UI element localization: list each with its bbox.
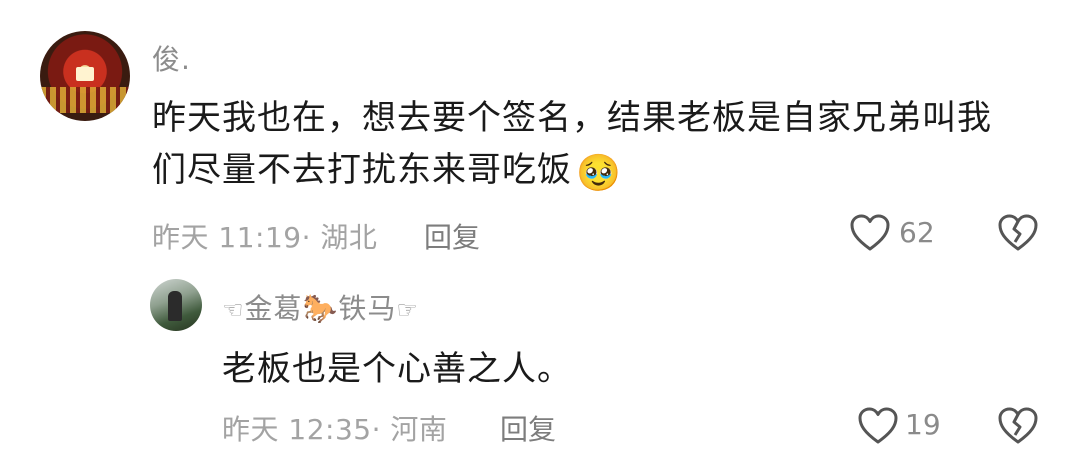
avatar-image-detail <box>168 291 182 321</box>
dislike-button[interactable] <box>998 214 1038 252</box>
horse-emoji: 🐎 <box>302 292 339 325</box>
avatar-image-detail <box>40 87 130 113</box>
like-button[interactable] <box>858 407 898 445</box>
like-count: 19 <box>905 408 941 441</box>
heart-outline-icon <box>858 407 898 444</box>
comment-location: · 河南 <box>371 413 448 446</box>
reply-button[interactable]: 回复 <box>424 216 480 256</box>
comment-location: · 湖北 <box>301 221 378 254</box>
broken-heart-outline-icon <box>998 407 1038 444</box>
comment-time: 昨天 11:19 <box>152 221 302 254</box>
avatar[interactable] <box>40 31 130 121</box>
comment-author[interactable]: 俊. <box>152 38 191 78</box>
avatar[interactable] <box>150 279 202 331</box>
like-button[interactable] <box>850 214 890 252</box>
comment-text-line: 昨天我也在，想去要个签名，结果老板是自家兄弟叫我 <box>152 98 992 138</box>
author-name-part: 金葛 <box>244 292 303 325</box>
comment-meta: 昨天 12:35· 河南 <box>222 408 447 448</box>
pleading-face-emoji: 🥹 <box>576 153 622 194</box>
heart-outline-icon <box>850 214 890 251</box>
comment-text: 昨天我也在，想去要个签名，结果老板是自家兄弟叫我 们尽量不去打扰东来哥吃饭 🥹 <box>152 92 992 196</box>
avatar-image-detail <box>76 67 94 81</box>
reply-button[interactable]: 回复 <box>500 408 556 448</box>
author-name-part: 铁马 <box>338 292 397 325</box>
comment-time: 昨天 12:35 <box>222 413 372 446</box>
broken-heart-outline-icon <box>998 214 1038 251</box>
pointing-hand-left-icon: ☜ <box>222 296 245 324</box>
dislike-button[interactable] <box>998 407 1038 445</box>
pointing-hand-right-icon: ☞ <box>396 296 419 324</box>
comment-text-line: 们尽量不去打扰东来哥吃饭 🥹 <box>152 144 992 196</box>
comment-text-fragment: 们尽量不去打扰东来哥吃饭 <box>152 150 572 190</box>
comment-author[interactable]: ☜金葛🐎铁马☞ <box>222 287 419 327</box>
comment-meta: 昨天 11:19· 湖北 <box>152 216 377 256</box>
comment-text: 老板也是个心善之人。 <box>222 349 572 389</box>
like-count: 62 <box>899 216 935 249</box>
